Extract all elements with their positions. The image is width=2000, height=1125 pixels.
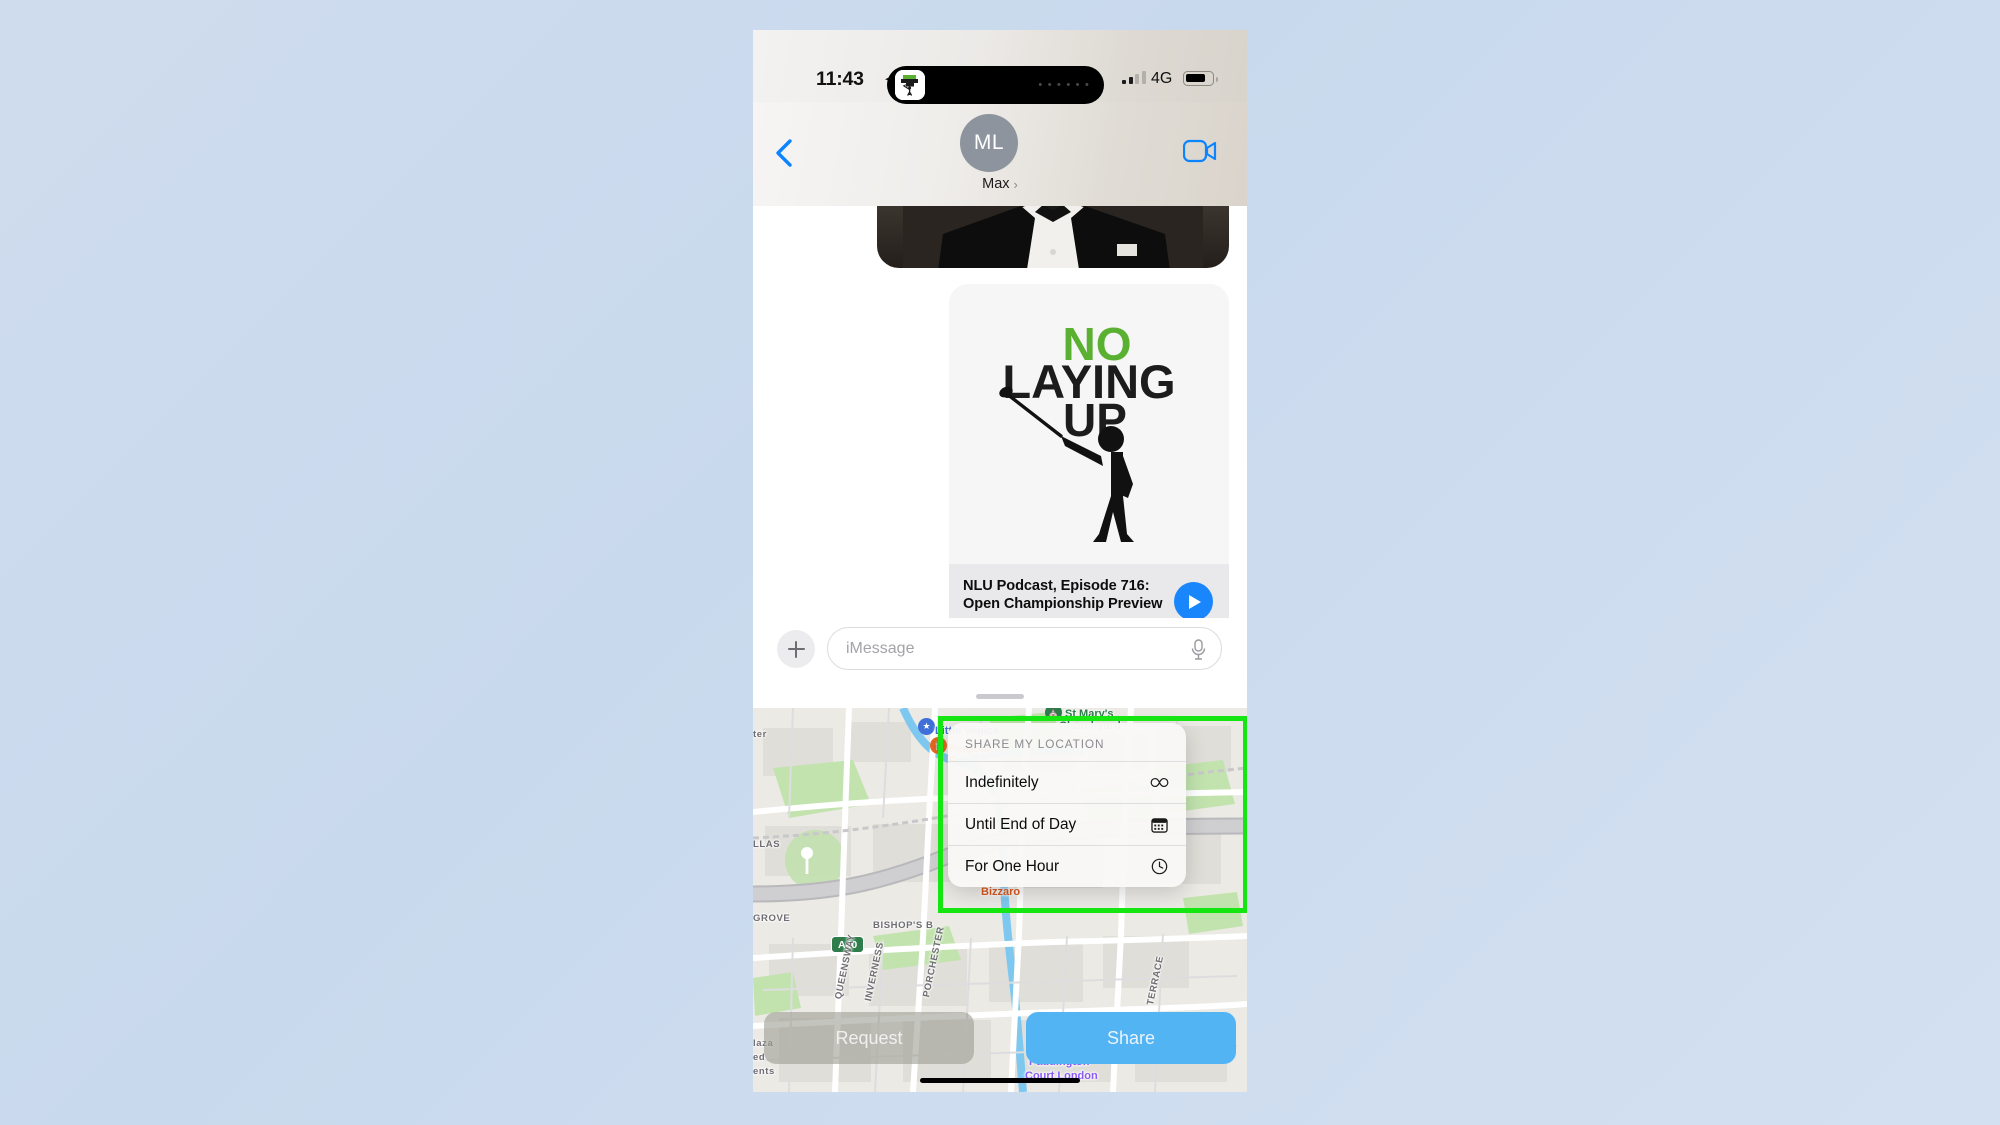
- message-input-placeholder: iMessage: [846, 640, 915, 657]
- menu-item-label: Indefinitely: [965, 773, 1039, 791]
- share-button-label: Share: [1106, 1027, 1156, 1048]
- menu-item-for-one-hour[interactable]: For One Hour: [948, 845, 1186, 887]
- video-camera-icon[interactable]: [1183, 139, 1217, 163]
- link-preview-card[interactable]: NO LAYING UP NLU Podcast, Episode 716: O…: [949, 284, 1229, 648]
- photo-message-bubble[interactable]: [877, 206, 1229, 268]
- plus-icon[interactable]: [777, 630, 815, 668]
- clock-icon: [1150, 857, 1169, 876]
- avatar[interactable]: ML: [960, 114, 1018, 172]
- play-button-icon[interactable]: [1174, 582, 1213, 621]
- contact-name: Max: [982, 176, 1010, 192]
- menu-item-label: For One Hour: [965, 857, 1060, 875]
- pergola-restaurant-icon[interactable]: 🍴: [930, 737, 947, 754]
- share-menu-title: SHARE MY LOCATION: [965, 737, 1105, 751]
- compose-bar: iMessage: [753, 618, 1247, 680]
- status-bar: 11:43 • • • • • • 4G: [753, 30, 1247, 104]
- request-button-label: Request: [835, 1027, 903, 1048]
- map-pane[interactable]: ★ ⛪ 🍴 🛏 A40 Little VeniceSt Mary'sChurch…: [753, 708, 1247, 1092]
- status-bar-time: 11:43: [816, 68, 864, 90]
- contact-name-row[interactable]: Max ›: [753, 176, 1247, 192]
- sheet-drag-handle[interactable]: [976, 693, 1024, 699]
- menu-item-label: Until End of Day: [965, 815, 1077, 833]
- share-my-location-menu[interactable]: SHARE MY LOCATION Indefinitely Until End…: [948, 723, 1186, 887]
- request-button[interactable]: Request: [764, 1012, 974, 1064]
- infinity-icon: [1150, 773, 1169, 792]
- road-shield-a40: A40: [831, 936, 865, 953]
- dynamic-island-app-icon: [895, 70, 925, 100]
- share-button[interactable]: Share: [1026, 1012, 1236, 1064]
- message-input[interactable]: iMessage: [827, 627, 1222, 670]
- location-action-bar: Request Share: [753, 1012, 1247, 1064]
- calendar-icon: [1150, 815, 1169, 834]
- chat-header: ML Max ›: [753, 102, 1247, 206]
- conversation-thread[interactable]: NO LAYING UP NLU Podcast, Episode 716: O…: [753, 206, 1247, 661]
- dynamic-island-status-dots: • • • • • •: [1038, 79, 1090, 91]
- tuxedo-photo: [903, 206, 1203, 268]
- microphone-icon[interactable]: [1190, 639, 1207, 660]
- network-type-label: 4G: [1151, 70, 1173, 87]
- avatar-initials: ML: [973, 131, 1005, 154]
- chevron-right-icon: ›: [1013, 176, 1018, 192]
- little-venice-poi-icon[interactable]: ★: [918, 718, 935, 735]
- dynamic-island[interactable]: • • • • • •: [887, 66, 1104, 104]
- phone-screen: 11:43 • • • • • • 4G ML Max › NO LAYING …: [753, 30, 1247, 1092]
- menu-item-indefinitely[interactable]: Indefinitely: [948, 761, 1186, 803]
- home-indicator[interactable]: [920, 1077, 1080, 1083]
- podcast-artwork: NO LAYING UP: [949, 284, 1229, 564]
- cellular-signal-icon: [1122, 71, 1146, 84]
- battery-icon: [1183, 71, 1219, 86]
- park-marker-icon: [801, 847, 813, 874]
- link-card-title: NLU Podcast, Episode 716: Open Champions…: [963, 578, 1163, 613]
- screenshot-canvas: 11:43 • • • • • • 4G ML Max › NO LAYING …: [0, 0, 2000, 1125]
- menu-item-until-end-of-day[interactable]: Until End of Day: [948, 803, 1186, 845]
- back-chevron-icon[interactable]: [773, 138, 795, 168]
- messages-app-pane: 11:43 • • • • • • 4G ML Max › NO LAYING …: [753, 30, 1247, 708]
